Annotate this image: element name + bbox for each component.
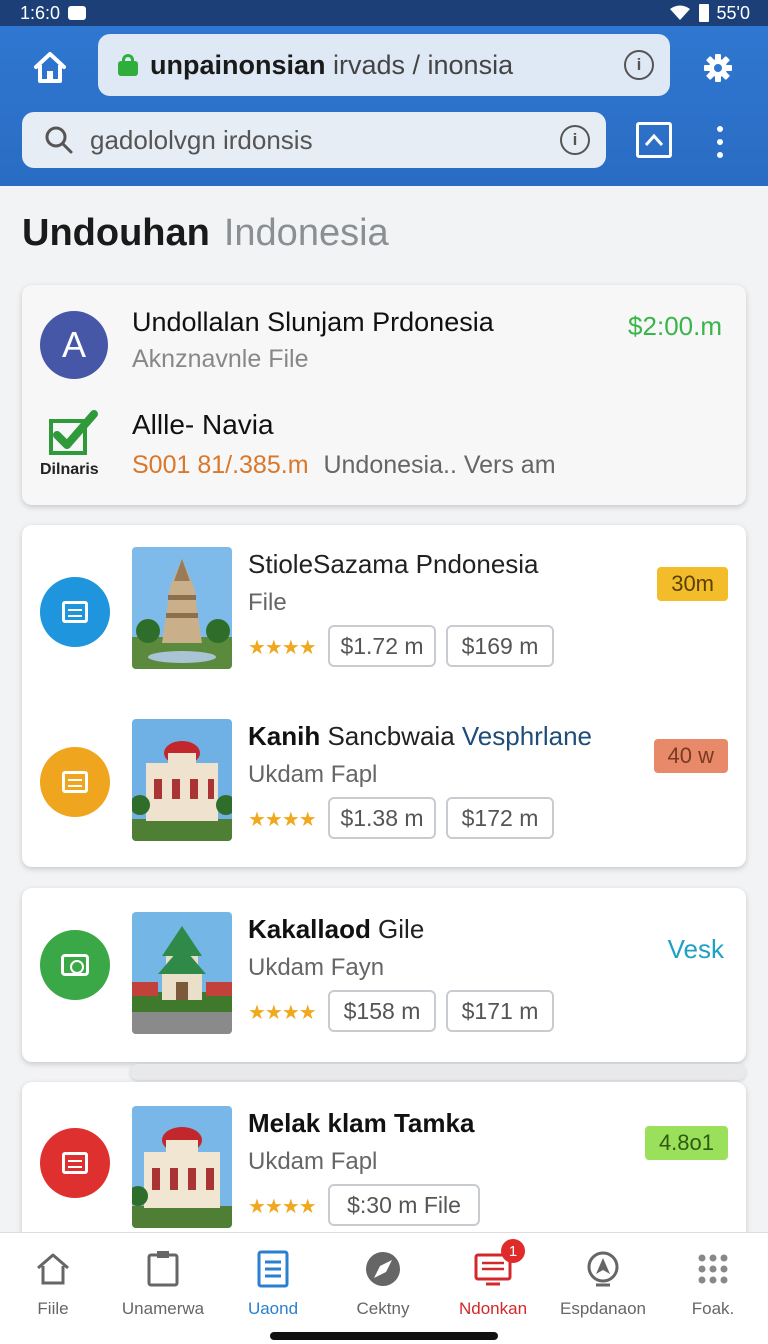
list-item[interactable]: Kanih Sancbwaia Vesphrlane Ukdam Fapl ★★… xyxy=(22,719,746,843)
item-title: Kakallaod Gile xyxy=(248,914,425,944)
search-icon xyxy=(45,126,73,154)
notification-icon xyxy=(68,6,87,20)
status-time: 1:6:0 xyxy=(20,2,61,23)
duration-badge: 40 w xyxy=(653,739,728,773)
home-icon xyxy=(34,52,66,83)
browser-header: unpainonsian irvads / inonsia i gadololv… xyxy=(0,26,768,186)
item-thumbnail[interactable] xyxy=(132,1106,232,1228)
price-chip[interactable]: $1.38 m xyxy=(328,797,436,839)
price-chip[interactable]: $172 m xyxy=(446,797,554,839)
item-type-badge xyxy=(40,930,110,1000)
grid-icon xyxy=(698,1254,728,1284)
home-icon xyxy=(37,1253,69,1285)
item-thumbnail[interactable] xyxy=(132,912,232,1034)
item-subtitle: File xyxy=(248,589,287,616)
rating-stars: ★★★★ xyxy=(248,809,317,831)
list-item[interactable]: Melak klam Tamka Ukdam Fapl ★★★★ $:30 m … xyxy=(22,1106,746,1230)
bottom-navigation: Fiile Unamerwa Uaond Cektny 1 Ndonkan Es… xyxy=(0,1232,768,1344)
avatar: A xyxy=(40,311,108,379)
status-badge: Vesk xyxy=(667,933,724,964)
rating-stars: ★★★★ xyxy=(248,637,317,659)
checkbox-caption: Dilnaris xyxy=(40,461,99,478)
compass-icon xyxy=(366,1252,400,1286)
item-thumbnail[interactable] xyxy=(132,547,232,669)
search-info-icon[interactable]: i xyxy=(560,125,590,155)
duration-badge: 30m xyxy=(657,567,728,601)
item-subtitle: Ukdam Fapl xyxy=(248,1148,378,1175)
status-bar: 1:6:0 55'0 xyxy=(0,0,768,26)
clipboard-icon xyxy=(147,1251,179,1287)
info-icon[interactable]: i xyxy=(624,50,654,80)
item-type-badge xyxy=(40,747,110,817)
camera-icon xyxy=(61,954,89,976)
nav-item-documents[interactable]: Uaond xyxy=(218,1249,328,1329)
image-search-button[interactable] xyxy=(636,122,672,158)
item-thumbnail[interactable] xyxy=(132,719,232,841)
settings-button[interactable] xyxy=(696,46,740,90)
summary-price-line: S001 81/.385.m xyxy=(132,451,309,479)
gear-icon xyxy=(704,54,732,82)
search-bar[interactable]: gadololvgn irdonsis i xyxy=(22,112,606,168)
checkbox-checked-icon[interactable] xyxy=(48,409,98,457)
document-icon xyxy=(62,771,88,793)
collapsed-card-edge xyxy=(130,1064,746,1080)
price-chip[interactable]: $:30 m File xyxy=(328,1184,480,1226)
item-subtitle: Ukdam Fayn xyxy=(248,954,385,981)
item-title: StioleSazama Pndonesia xyxy=(248,549,539,579)
wifi-icon xyxy=(669,5,690,20)
price-chip[interactable]: $169 m xyxy=(446,625,554,667)
summary-card[interactable]: A Undollalan Slunjam Prdonesia Aknznavnl… xyxy=(22,285,746,505)
search-input[interactable]: gadololvgn irdonsis xyxy=(90,125,560,156)
image-icon xyxy=(644,133,664,146)
location-icon xyxy=(587,1251,619,1287)
rating-badge: 4.8o1 xyxy=(644,1126,728,1160)
battery-text: 55'0 xyxy=(716,2,750,23)
summary-detail-line: S001 81/.385.m Undonesia.. Vers am xyxy=(132,451,556,480)
document-icon xyxy=(62,1152,88,1174)
item-type-badge xyxy=(40,1128,110,1198)
home-button[interactable] xyxy=(28,46,72,90)
document-icon xyxy=(257,1250,289,1288)
nav-item-downloads[interactable]: 1 Ndonkan xyxy=(438,1239,548,1329)
price-chip[interactable]: $158 m xyxy=(328,990,436,1032)
notification-badge: 1 xyxy=(501,1239,525,1263)
price-chip[interactable]: $1.72 m xyxy=(328,625,436,667)
item-title: Kanih Sancbwaia Vesphrlane xyxy=(248,721,592,751)
item-subtitle: Ukdam Fapl xyxy=(248,761,378,788)
summary-title-secondary: Allle- Navia xyxy=(132,409,274,440)
item-title: Melak klam Tamka xyxy=(248,1108,475,1138)
lock-icon xyxy=(118,54,138,76)
summary-meta-line: Undonesia.. Vers am xyxy=(323,451,556,479)
home-indicator[interactable] xyxy=(270,1332,498,1340)
summary-subtitle: Aknznavnle File xyxy=(132,345,309,373)
page-title: Undouhan Indonesia xyxy=(22,212,389,254)
nav-item-more[interactable]: Foak. xyxy=(658,1249,768,1329)
document-icon xyxy=(62,601,88,623)
list-item[interactable]: Kakallaod Gile Ukdam Fayn ★★★★ $158 m $1… xyxy=(22,912,746,1036)
nav-item-file[interactable]: Fiile xyxy=(0,1249,108,1329)
summary-price: $2:00.m xyxy=(628,311,722,341)
price-chip[interactable]: $171 m xyxy=(446,990,554,1032)
summary-title: Undollalan Slunjam Prdonesia xyxy=(132,307,494,337)
results-card: Kakallaod Gile Ukdam Fayn ★★★★ $158 m $1… xyxy=(22,888,746,1062)
battery-icon xyxy=(698,4,709,22)
nav-item-location[interactable]: Espdanaon xyxy=(548,1249,658,1329)
list-item[interactable]: StioleSazama Pndonesia File ★★★★ $1.72 m… xyxy=(22,547,746,671)
more-menu-button[interactable] xyxy=(708,122,732,162)
nav-item-explore[interactable]: Cektny xyxy=(328,1249,438,1329)
url-text: unpainonsian irvads / inonsia xyxy=(150,49,514,80)
address-bar[interactable]: unpainonsian irvads / inonsia i xyxy=(98,34,670,96)
rating-stars: ★★★★ xyxy=(248,1002,317,1024)
item-type-badge xyxy=(40,577,110,647)
rating-stars: ★★★★ xyxy=(248,1196,317,1218)
nav-item-clipboard[interactable]: Unamerwa xyxy=(108,1249,218,1329)
results-card: StioleSazama Pndonesia File ★★★★ $1.72 m… xyxy=(22,525,746,867)
